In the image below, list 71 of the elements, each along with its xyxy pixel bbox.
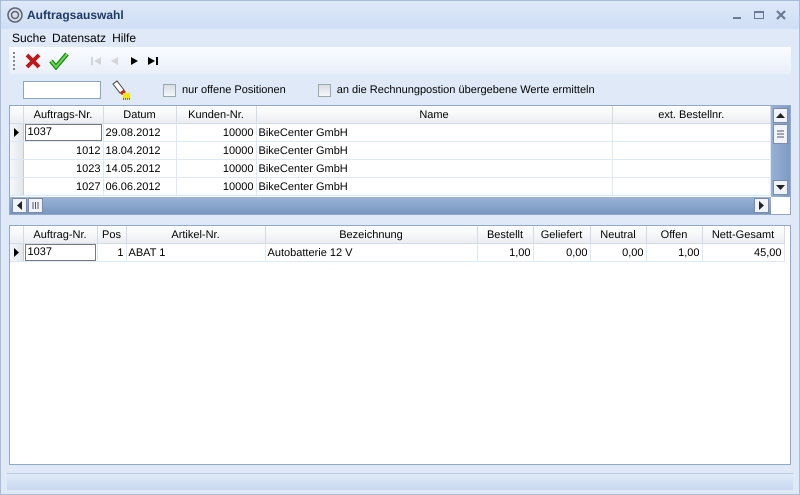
column-header[interactable]: Datum [103,106,176,124]
column-header[interactable]: Name [256,106,612,124]
menu-item[interactable]: Suche [12,31,46,45]
cross-icon[interactable] [24,52,42,70]
column-header[interactable]: Bestellt [477,226,533,244]
column-header[interactable]: Offen [646,226,702,244]
column-header[interactable]: Auftrags-Nr. [23,106,103,124]
current-row-icon [14,128,19,137]
table-cell: 10000 [222,162,254,174]
row-header[interactable] [10,124,23,142]
table-cell: Autobatterie 12 V [268,246,353,258]
table-cell: 1023 [76,162,100,174]
table-cell: BikeCenter GmbH [258,126,348,138]
table-cell: ABAT 1 [128,246,166,258]
row-header [10,226,23,244]
column-header[interactable]: Kunden-Nr. [176,106,256,124]
horizontal-scrollbar[interactable] [10,197,771,214]
table-cell: 45,00 [754,246,782,258]
table-cell: 1012 [76,144,100,156]
table-cell: 0,00 [566,246,588,258]
menu-item[interactable]: Hilfe [112,31,136,45]
checkbox-label: an die Rechnungpostion übergebene Werte ermitteln [336,84,595,96]
cell-editor[interactable]: 1037 [24,124,102,141]
table-cell: 1 [117,246,124,258]
cell-editor[interactable]: 1037 [24,244,96,261]
current-row-icon [14,248,19,257]
table-cell: 10000 [222,180,254,192]
scroll-left-icon[interactable] [12,198,27,213]
vertical-scrollbar[interactable] [771,106,790,197]
scroll-thumb-icon[interactable] [28,198,43,213]
row-header[interactable] [10,244,23,262]
table-cell: BikeCenter GmbH [258,144,348,156]
last-record-icon[interactable] [147,56,159,66]
flashlight-icon [111,80,131,100]
checkbox[interactable] [318,84,331,96]
table-cell: 10000 [222,144,254,156]
table-cell: 1027 [76,180,100,192]
table-cell: 14.05.2012 [106,162,161,174]
column-header[interactable]: ext. Bestellnr. [612,106,770,124]
close-icon[interactable] [775,9,787,21]
scroll-down-icon[interactable] [773,180,788,195]
menu-item[interactable]: Datensatz [52,31,106,45]
table-cell: 18.04.2012 [106,144,161,156]
table-cell: 1,00 [509,246,530,258]
table-cell: 10000 [222,126,254,138]
checkmark-icon[interactable] [49,52,69,70]
checkbox[interactable] [163,84,176,96]
column-header[interactable]: Geliefert [533,226,590,244]
table-cell: BikeCenter GmbH [258,180,348,192]
table-cell: 06.06.2012 [106,180,161,192]
row-header [10,106,23,124]
column-header[interactable]: Neutral [590,226,646,244]
table-cell: 1,00 [678,246,700,258]
checkbox-label: nur offene Positionen [182,84,286,96]
column-header[interactable]: Auftrag-Nr. [23,226,97,244]
table-cell: BikeCenter GmbH [258,162,348,174]
app-icon [7,7,23,23]
scroll-right-icon[interactable] [754,198,769,213]
window-title: Auftragsauswahl [27,8,124,22]
column-header[interactable]: Artikel-Nr. [126,226,265,244]
maximize-icon[interactable] [753,9,765,21]
search-field[interactable] [23,81,101,99]
scroll-up-icon[interactable] [773,108,788,123]
scroll-thumb-icon[interactable] [773,124,788,144]
table-cell: 0,00 [622,246,644,258]
column-header[interactable]: Nett-Gesamt [702,226,784,244]
toolbar-grip [13,52,17,70]
next-record-icon[interactable] [128,56,140,66]
column-header[interactable]: Bezeichnung [265,226,477,244]
column-header[interactable]: Pos [97,226,126,244]
table-cell: 29.08.2012 [106,126,161,138]
